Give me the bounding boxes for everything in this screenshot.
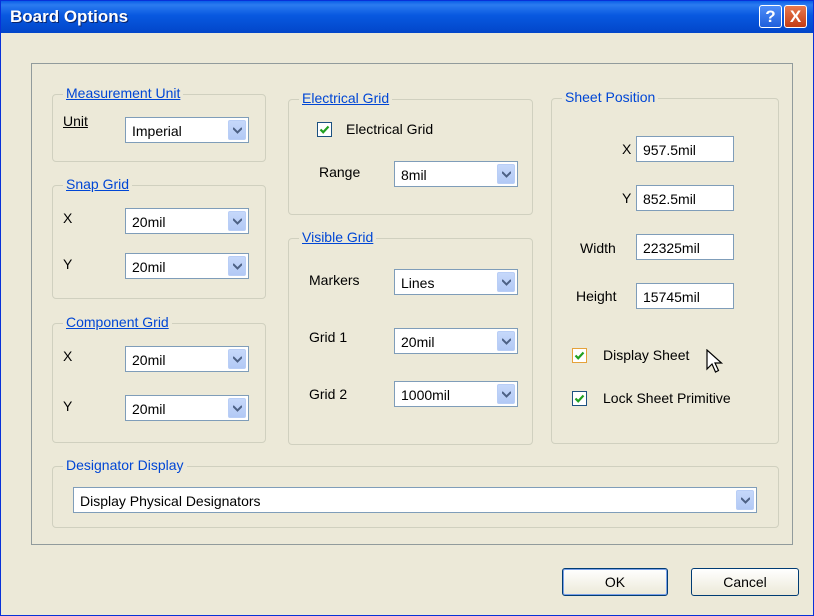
grid2-value: 1000mil (401, 387, 451, 403)
range-value: 8mil (401, 167, 427, 183)
title-bar[interactable]: Board Options ? X (1, 1, 813, 33)
check-icon (319, 125, 330, 134)
electrical-grid-checkbox[interactable] (317, 122, 332, 137)
chevron-down-icon[interactable] (228, 256, 246, 276)
sheet-y-input[interactable]: 852.5mil (636, 185, 734, 211)
help-icon: ? (765, 7, 776, 26)
sheet-height-input[interactable]: 15745mil (636, 283, 734, 309)
unit-label: Unit (63, 113, 88, 129)
cancel-button[interactable]: Cancel (691, 568, 799, 596)
component-grid-legend: Component Grid (63, 314, 172, 330)
snap-x-label: X (63, 210, 73, 226)
snap-y-select[interactable]: 20mil (125, 253, 249, 279)
grid2-select[interactable]: 1000mil (394, 381, 518, 407)
sheet-y-value: 852.5mil (643, 191, 696, 207)
component-y-value: 20mil (132, 401, 166, 417)
close-icon: X (789, 7, 802, 26)
component-x-label: X (63, 348, 73, 364)
ok-button[interactable]: OK (562, 568, 668, 596)
designator-display-select[interactable]: Display Physical Designators (73, 487, 757, 513)
component-x-select[interactable]: 20mil (125, 346, 249, 372)
component-y-select[interactable]: 20mil (125, 395, 249, 421)
chevron-down-icon[interactable] (497, 164, 515, 184)
markers-value: Lines (401, 275, 435, 291)
chevron-down-icon[interactable] (228, 211, 246, 231)
snap-x-value: 20mil (132, 214, 166, 230)
check-icon (574, 351, 585, 360)
range-select[interactable]: 8mil (394, 161, 518, 187)
chevron-down-icon[interactable] (228, 398, 246, 418)
sheet-x-label: X (622, 141, 632, 157)
board-options-dialog: Board Options ? X Measurement Unit Unit … (0, 0, 814, 616)
measurement-unit-group: Measurement Unit Unit Imperial (52, 85, 266, 162)
grid1-label: Grid 1 (309, 329, 348, 345)
grid1-value: 20mil (401, 334, 435, 350)
sheet-width-label: Width (580, 240, 616, 256)
display-sheet-label: Display Sheet (603, 347, 690, 363)
chevron-down-icon[interactable] (228, 349, 246, 369)
designator-display-value: Display Physical Designators (80, 493, 261, 509)
designator-display-legend: Designator Display (63, 457, 187, 473)
display-sheet-checkbox[interactable] (572, 348, 587, 363)
unit-value: Imperial (132, 123, 182, 139)
chevron-down-icon[interactable] (228, 120, 246, 140)
close-button[interactable]: X (784, 5, 807, 28)
check-icon (574, 394, 585, 403)
component-x-value: 20mil (132, 352, 166, 368)
sheet-position-group: Sheet Position X 957.5mil Y 852.5mil Wid… (551, 89, 779, 444)
snap-grid-legend: Snap Grid (63, 176, 133, 192)
lock-sheet-primitive-checkbox[interactable] (572, 391, 587, 406)
unit-select[interactable]: Imperial (125, 117, 249, 143)
snap-y-value: 20mil (132, 259, 166, 275)
markers-label: Markers (309, 272, 360, 288)
sheet-x-input[interactable]: 957.5mil (636, 136, 734, 162)
measurement-unit-legend: Measurement Unit (63, 85, 184, 101)
electrical-grid-legend: Electrical Grid (299, 90, 393, 106)
component-y-label: Y (63, 398, 73, 414)
chevron-down-icon[interactable] (497, 331, 515, 351)
component-grid-group: Component Grid X 20mil Y 20mil (52, 314, 266, 443)
sheet-y-label: Y (622, 190, 632, 206)
mouse-cursor-icon (706, 349, 724, 373)
markers-select[interactable]: Lines (394, 269, 518, 295)
electrical-grid-group: Electrical Grid Electrical Grid Range 8m… (288, 90, 533, 215)
lock-sheet-primitive-label: Lock Sheet Primitive (603, 390, 731, 406)
sheet-x-value: 957.5mil (643, 142, 696, 158)
window-title: Board Options (10, 7, 129, 26)
electrical-grid-checkbox-label: Electrical Grid (346, 121, 434, 137)
visible-grid-legend: Visible Grid (299, 229, 377, 245)
snap-x-select[interactable]: 20mil (125, 208, 249, 234)
grid2-label: Grid 2 (309, 386, 348, 402)
chevron-down-icon[interactable] (736, 490, 754, 510)
chevron-down-icon[interactable] (497, 272, 515, 292)
snap-grid-group: Snap Grid X 20mil Y 20mil (52, 176, 266, 299)
sheet-position-legend: Sheet Position (562, 89, 659, 105)
sheet-height-value: 15745mil (643, 289, 700, 305)
grid1-select[interactable]: 20mil (394, 328, 518, 354)
designator-display-group: Designator Display Display Physical Desi… (52, 457, 779, 528)
chevron-down-icon[interactable] (497, 384, 515, 404)
sheet-width-value: 22325mil (643, 240, 700, 256)
sheet-width-input[interactable]: 22325mil (636, 234, 734, 260)
options-panel: Measurement Unit Unit Imperial Snap Grid… (31, 63, 793, 545)
snap-y-label: Y (63, 256, 73, 272)
visible-grid-group: Visible Grid Markers Lines Grid 1 20mil … (288, 229, 533, 445)
help-button[interactable]: ? (759, 5, 782, 28)
sheet-height-label: Height (576, 288, 617, 304)
range-label: Range (319, 164, 361, 180)
